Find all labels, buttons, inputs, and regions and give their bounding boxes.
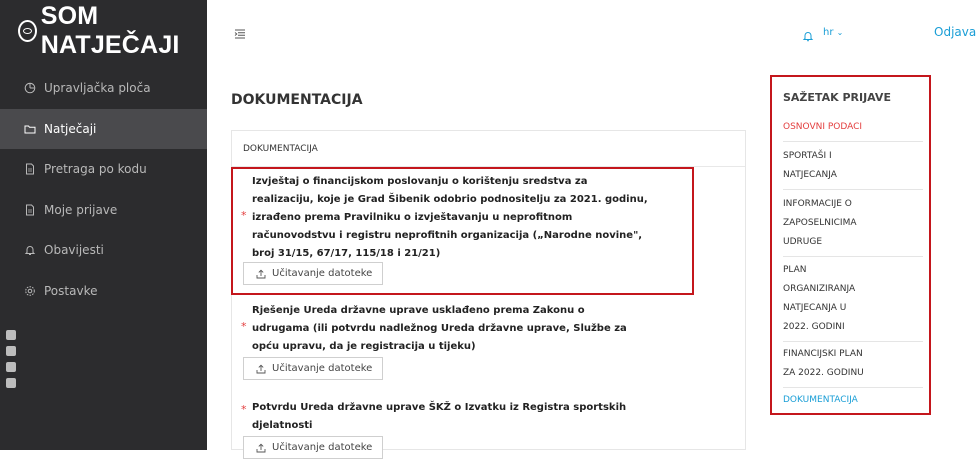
notifications-bell-icon[interactable]	[802, 27, 814, 42]
gear-icon	[24, 285, 36, 297]
upload-icon	[256, 364, 266, 374]
dashboard-icon	[24, 82, 36, 94]
application-summary: SAŽETAK PRIJAVE OSNOVNI PODACI SPORTAŠI …	[770, 75, 931, 415]
sidebar-item-label: Upravljačka ploča	[44, 81, 151, 96]
app-logo[interactable]: SOM NATJEČAJI	[0, 0, 207, 62]
sidebar-item-label: Moje prijave	[44, 202, 118, 217]
summary-highlight-box	[770, 75, 931, 415]
upload-file-button[interactable]: Učitavanje datoteke	[243, 357, 384, 380]
sidebar-item-my-applications[interactable]: Moje prijave	[0, 190, 207, 231]
side-toolbar	[6, 330, 20, 394]
highlight-box	[231, 167, 694, 295]
card-title: DOKUMENTACIJA	[232, 131, 745, 167]
menu-toggle-icon[interactable]	[234, 25, 246, 39]
logo-text: SOM NATJEČAJI	[40, 2, 180, 59]
sidebar-item-search-by-code[interactable]: Pretraga po kodu	[0, 149, 207, 190]
sidebar-item-label: Pretraga po kodu	[44, 162, 147, 177]
document-icon	[24, 204, 36, 216]
upload-icon	[256, 443, 266, 453]
language-value: hr	[823, 27, 834, 38]
document-description: Rješenje Ureda državne uprave usklađeno …	[252, 305, 627, 352]
sidebar-item-natjecaji[interactable]: Natječaji	[0, 108, 207, 149]
topbar: hr ⌄ Odjava	[207, 0, 976, 62]
folder-icon	[24, 123, 36, 135]
video-icon[interactable]	[6, 346, 16, 356]
sidebar: SOM NATJEČAJI Upravljačka ploča Natječaj…	[0, 0, 207, 450]
bell-icon	[24, 244, 36, 256]
required-marker: *	[241, 403, 247, 416]
sidebar-item-label: Natječaji	[44, 121, 97, 136]
logout-link[interactable]: Odjava	[934, 25, 976, 39]
sidebar-item-settings[interactable]: Postavke	[0, 271, 207, 312]
upload-file-button[interactable]: Učitavanje datoteke	[243, 436, 384, 459]
upload-label: Učitavanje datoteke	[272, 363, 373, 374]
page-title: DOKUMENTACIJA	[231, 92, 363, 108]
chevron-down-icon: ⌄	[836, 28, 844, 37]
camera-icon[interactable]	[6, 330, 16, 340]
image-icon[interactable]	[6, 362, 16, 372]
sidebar-item-dashboard[interactable]: Upravljačka ploča	[0, 68, 207, 109]
upload-label: Učitavanje datoteke	[272, 442, 373, 453]
gear-icon[interactable]	[6, 378, 16, 388]
logo-icon	[18, 20, 37, 42]
required-marker: *	[241, 320, 247, 333]
sidebar-item-notifications[interactable]: Obavijesti	[0, 230, 207, 271]
sidebar-item-label: Obavijesti	[44, 243, 104, 258]
sidebar-nav: Upravljačka ploča Natječaji Pretraga po …	[0, 68, 207, 311]
document-icon	[24, 163, 36, 175]
document-description: Potvrdu Ureda državne uprave ŠKŽ o Izvat…	[252, 402, 627, 431]
sidebar-item-label: Postavke	[44, 283, 98, 298]
language-select[interactable]: hr ⌄	[823, 27, 843, 38]
